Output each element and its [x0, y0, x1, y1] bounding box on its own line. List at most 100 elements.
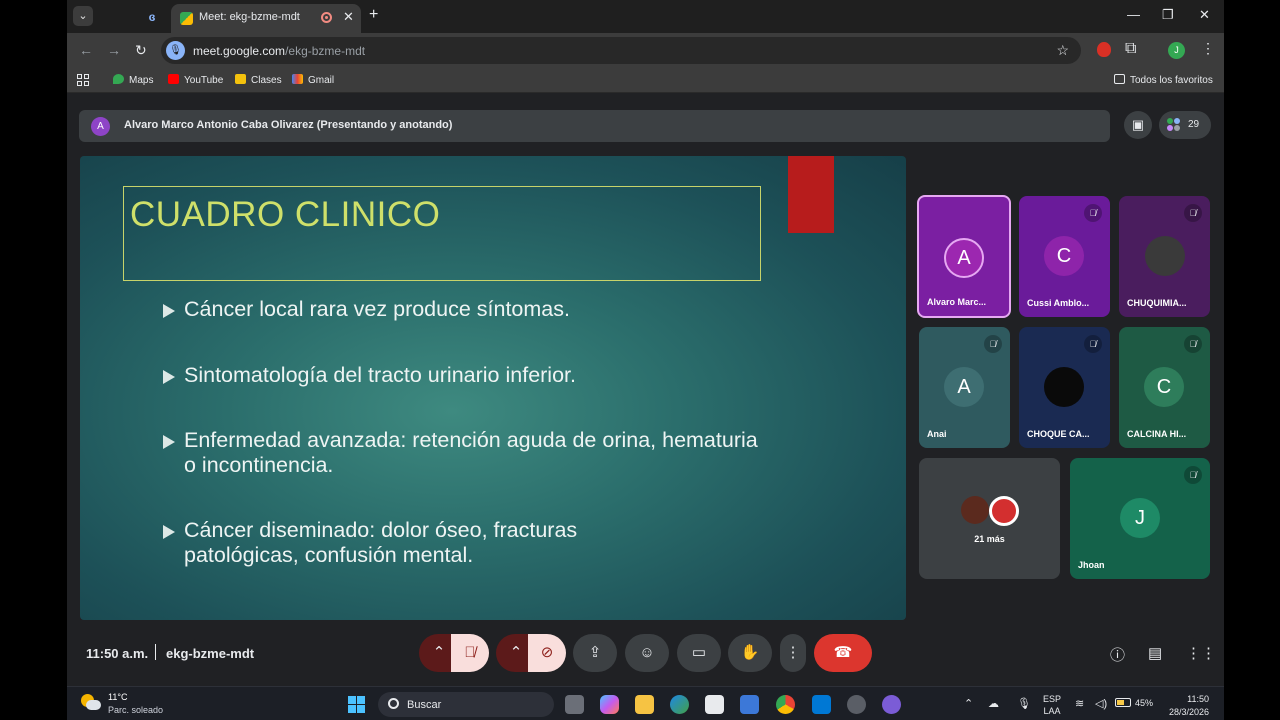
apps-grid-icon[interactable]	[77, 74, 89, 86]
participant-tile[interactable]: 🎙̸ CHOQUE CA...	[1019, 327, 1110, 448]
tab-inactive[interactable]: ɞ	[107, 5, 167, 29]
reload-button[interactable]: ↻	[135, 42, 147, 59]
mic-off-icon: 🎙̸	[984, 335, 1002, 353]
youtube-icon	[168, 74, 179, 84]
participant-avatar: C	[1144, 367, 1184, 407]
gmail-icon	[292, 74, 303, 84]
maps-icon	[113, 74, 124, 84]
participant-tile[interactable]: A Alvaro Marc...	[917, 195, 1011, 318]
participant-name: CHUQUIMIA...	[1127, 298, 1187, 308]
bookmark-clases[interactable]: Clases	[235, 74, 282, 86]
battery-icon[interactable]	[1115, 698, 1131, 707]
browser-menu-icon[interactable]: ⋮	[1201, 40, 1215, 57]
participant-tile[interactable]: 🎙̸ J Jhoan	[1070, 458, 1210, 579]
bookmark-star-icon[interactable]: ☆	[1056, 42, 1069, 59]
presenter-banner-text: Alvaro Marco Antonio Caba Olivarez (Pres…	[124, 119, 453, 131]
tab-search-button[interactable]: ⌄	[73, 6, 93, 26]
address-bar[interactable]: 🎙 meet.google.com/ekg-bzme-mdt ☆	[161, 37, 1081, 64]
weather-partly-sunny-icon[interactable]	[81, 694, 101, 712]
volume-icon[interactable]: ◁)	[1095, 697, 1107, 710]
chrome-icon[interactable]	[776, 695, 795, 714]
leave-call-button[interactable]: ☎	[814, 634, 872, 672]
wifi-icon[interactable]: ≋	[1075, 697, 1084, 710]
tab-close-icon[interactable]: ✕	[343, 9, 354, 25]
participant-count: 29	[1188, 119, 1200, 130]
present-screen-button[interactable]: ⇪	[573, 634, 617, 672]
restore-button[interactable]: ❐	[1162, 7, 1174, 23]
copilot-icon[interactable]	[600, 695, 619, 714]
presenter-banner: A Alvaro Marco Antonio Caba Olivarez (Pr…	[79, 110, 1110, 142]
back-button[interactable]: ←	[79, 42, 93, 58]
weather-temperature: 11°C	[108, 692, 128, 702]
tab-meet[interactable]: Meet: ekg-bzme-mdt ✕	[171, 4, 361, 33]
extension-icon[interactable]	[1097, 42, 1111, 57]
participant-photo	[1044, 367, 1084, 407]
edge-icon[interactable]	[670, 695, 689, 714]
participant-photo	[989, 496, 1019, 526]
people-button[interactable]: 29	[1159, 111, 1211, 139]
bookmark-youtube[interactable]: YouTube	[168, 74, 223, 86]
mic-off-button[interactable]: 🎙̸	[451, 634, 489, 672]
meeting-time: 11:50 a.m.	[86, 646, 149, 661]
tray-overflow-icon[interactable]: ⌃	[964, 697, 973, 710]
bullet-arrow-icon	[163, 304, 175, 318]
participant-name: Anai	[927, 429, 947, 439]
participant-avatar: A	[944, 367, 984, 407]
participant-tile[interactable]: 🎙̸ CHUQUIMIA...	[1119, 196, 1210, 317]
presentation-slide: CUADRO CLINICO Cáncer local rara vez pro…	[80, 156, 906, 620]
left-letterbox	[0, 0, 67, 686]
snipping-tool-icon[interactable]	[705, 695, 724, 714]
file-explorer-icon[interactable]	[635, 695, 654, 714]
system-clock[interactable]: 11:50 28/3/2026	[1167, 693, 1209, 719]
minimize-button[interactable]: —	[1127, 7, 1140, 22]
emoji-reaction-button[interactable]: ☺	[625, 634, 669, 672]
onedrive-cloud-icon[interactable]: ☁	[988, 697, 999, 710]
forward-button[interactable]: →	[107, 42, 121, 58]
raise-hand-button[interactable]: ✋	[728, 634, 772, 672]
more-count: 21 más	[974, 534, 1005, 544]
taskbar-search[interactable]: Buscar	[378, 692, 554, 717]
participant-tile[interactable]: 🎙̸ C CALCINA HI...	[1119, 327, 1210, 448]
right-letterbox	[1224, 0, 1280, 686]
extensions-puzzle-icon[interactable]: ⧉	[1125, 40, 1136, 58]
activities-grid-icon[interactable]: ⋮⋮	[1186, 644, 1216, 662]
task-view-icon[interactable]	[565, 695, 584, 714]
media-player-icon[interactable]	[882, 695, 901, 714]
chat-icon[interactable]: ▤	[1148, 644, 1162, 662]
participant-avatar: A	[944, 238, 984, 278]
input-language[interactable]: ESP LAA	[1043, 693, 1061, 717]
meeting-info-icon[interactable]: ⓘ	[1110, 644, 1125, 665]
presentation-off-icon[interactable]: ▣	[1124, 111, 1152, 139]
bookmarks-bar: Maps YouTube Clases Gmail Todos los favo…	[67, 68, 1224, 93]
mic-off-icon: 🎙̸	[1184, 335, 1202, 353]
participant-tile[interactable]: 🎙̸ C Cussi Amblo...	[1019, 196, 1110, 317]
new-tab-button[interactable]: +	[369, 6, 378, 24]
participant-tile[interactable]: 🎙̸ A Anai	[919, 327, 1010, 448]
camera-off-button[interactable]: ⊘	[528, 634, 566, 672]
presenter-avatar: A	[91, 117, 110, 136]
vscode-icon[interactable]	[812, 695, 831, 714]
participant-name: Cussi Amblo...	[1027, 298, 1090, 308]
more-options-button[interactable]: ⋮	[780, 634, 806, 672]
search-icon	[388, 698, 399, 709]
profile-avatar[interactable]: J	[1168, 42, 1185, 59]
browser-window: ⌄ ɞ Meet: ekg-bzme-mdt ✕ + — ❐ ✕ ← → ↻ 🎙…	[67, 0, 1224, 686]
participant-name: Alvaro Marc...	[927, 297, 987, 307]
microphone-site-icon[interactable]: 🎙	[166, 41, 185, 60]
more-participants-tile[interactable]: 21 más	[919, 458, 1060, 579]
microsoft-store-icon[interactable]	[740, 695, 759, 714]
mic-off-icon: 🎙̸	[1084, 204, 1102, 222]
app-icon[interactable]	[847, 695, 866, 714]
microphone-icon[interactable]: 🎙	[1017, 697, 1031, 710]
captions-button[interactable]: ▭	[677, 634, 721, 672]
folder-icon	[1114, 74, 1125, 84]
all-bookmarks[interactable]: Todos los favoritos	[1114, 74, 1213, 86]
participant-name: Jhoan	[1078, 560, 1105, 570]
windows-taskbar: 11°C Parc. soleado Buscar ⌃ ☁ 🎙 ESP LAA …	[67, 686, 1224, 720]
divider	[155, 644, 156, 660]
windows-start-icon[interactable]	[348, 696, 365, 713]
bookmark-maps[interactable]: Maps	[113, 74, 153, 86]
bookmark-gmail[interactable]: Gmail	[292, 74, 334, 86]
slide-red-tab	[788, 156, 834, 233]
close-window-button[interactable]: ✕	[1199, 7, 1210, 23]
